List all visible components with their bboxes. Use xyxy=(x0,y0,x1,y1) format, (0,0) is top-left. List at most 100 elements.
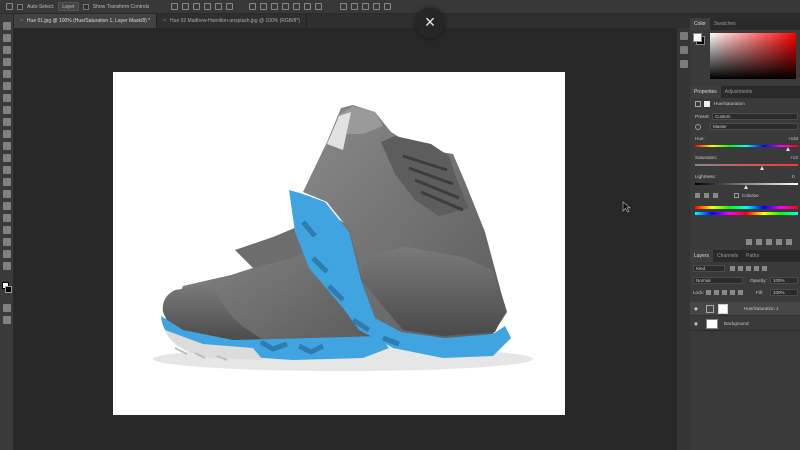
paragraph-icon[interactable] xyxy=(680,60,688,68)
align-top-icon[interactable] xyxy=(204,3,212,10)
3d-orbit-icon[interactable] xyxy=(340,3,348,10)
type-icon[interactable] xyxy=(3,202,11,210)
distribute-bottom-icon[interactable] xyxy=(271,3,279,10)
visibility-icon[interactable] xyxy=(776,239,782,245)
move-icon[interactable] xyxy=(3,22,11,30)
color-field[interactable] xyxy=(710,33,796,79)
layer-row-background[interactable]: ◉ Background xyxy=(690,317,800,331)
tab-adjustments[interactable]: Adjustments xyxy=(721,86,757,98)
auto-select-checkbox[interactable] xyxy=(17,3,23,10)
align-right-icon[interactable] xyxy=(193,3,201,10)
3d-roll-icon[interactable] xyxy=(351,3,359,10)
lasso-icon[interactable] xyxy=(3,46,11,54)
screen-mode-icon[interactable] xyxy=(3,316,11,324)
3d-scale-icon[interactable] xyxy=(384,3,392,10)
channel-dropdown[interactable]: Master xyxy=(710,123,798,130)
filter-pixel-icon[interactable] xyxy=(730,266,735,271)
tab-close-icon[interactable]: × xyxy=(163,18,166,24)
tab-hue-02[interactable]: × Hue 02 Matthew-Hamilton-unsplash.jpg @ … xyxy=(157,14,307,28)
zoom-icon[interactable] xyxy=(3,250,11,258)
auto-select-dropdown[interactable]: Layer xyxy=(58,2,79,11)
lightness-slider-thumb[interactable] xyxy=(744,185,748,189)
eye-icon[interactable]: ◉ xyxy=(694,321,698,327)
more-tools-icon[interactable] xyxy=(3,262,11,270)
view-previous-icon[interactable] xyxy=(756,239,762,245)
delete-adjustment-icon[interactable] xyxy=(786,239,792,245)
tab-close-icon[interactable]: × xyxy=(20,18,23,24)
tab-paths[interactable]: Paths xyxy=(742,250,763,262)
eyedropper-add-icon[interactable] xyxy=(704,193,709,198)
close-overlay-button[interactable]: × xyxy=(415,8,445,38)
distribute-left-icon[interactable] xyxy=(282,3,290,10)
clip-to-layer-icon[interactable] xyxy=(746,239,752,245)
pen-icon[interactable] xyxy=(3,190,11,198)
clone-stamp-icon[interactable] xyxy=(3,118,11,126)
character-icon[interactable] xyxy=(680,46,688,54)
3d-pan-icon[interactable] xyxy=(362,3,370,10)
distribute-right-icon[interactable] xyxy=(304,3,312,10)
eyedropper-subtract-icon[interactable] xyxy=(713,193,718,198)
layer-name[interactable]: Hue/Saturation 1 xyxy=(744,306,778,311)
colorize-checkbox[interactable] xyxy=(734,193,739,198)
saturation-slider-thumb[interactable] xyxy=(760,166,764,170)
history-icon[interactable] xyxy=(680,32,688,40)
hand-adjust-icon[interactable] xyxy=(695,124,701,130)
lock-pixels-icon[interactable] xyxy=(714,290,719,295)
filter-type-icon[interactable] xyxy=(746,266,751,271)
history-brush-icon[interactable] xyxy=(3,130,11,138)
saturation-value[interactable]: +13 xyxy=(790,155,798,160)
fill-field[interactable]: 100% xyxy=(770,289,798,296)
filter-smart-object-icon[interactable] xyxy=(762,266,767,271)
layer-mask-thumbnail[interactable] xyxy=(718,304,728,314)
align-center-icon[interactable] xyxy=(182,3,190,10)
marquee-icon[interactable] xyxy=(3,34,11,42)
tab-channels[interactable]: Channels xyxy=(713,250,742,262)
hue-slider-thumb[interactable] xyxy=(786,147,790,151)
lock-transparent-icon[interactable] xyxy=(706,290,711,295)
align-bottom-icon[interactable] xyxy=(226,3,234,10)
crop-icon[interactable] xyxy=(3,70,11,78)
lock-artboard-icon[interactable] xyxy=(730,290,735,295)
eyedropper-icon[interactable] xyxy=(3,82,11,90)
filter-adjustment-icon[interactable] xyxy=(738,266,743,271)
brush-icon[interactable] xyxy=(3,106,11,114)
distribute-top-icon[interactable] xyxy=(249,3,257,10)
distribute-center-icon[interactable] xyxy=(293,3,301,10)
tab-swatches[interactable]: Swatches xyxy=(710,18,740,30)
blend-mode-dropdown[interactable]: Normal xyxy=(693,277,743,284)
background-color-swatch[interactable] xyxy=(5,286,12,293)
color-fg-swatch[interactable] xyxy=(693,33,702,42)
preset-dropdown[interactable]: Custom xyxy=(712,113,798,120)
document-canvas[interactable] xyxy=(113,72,565,415)
filter-shape-icon[interactable] xyxy=(754,266,759,271)
tab-color[interactable]: Color xyxy=(690,18,710,30)
quick-mask-icon[interactable] xyxy=(3,304,11,312)
gradient-icon[interactable] xyxy=(3,154,11,162)
lightness-value[interactable]: 0 xyxy=(792,174,795,179)
opacity-field[interactable]: 100% xyxy=(770,277,798,284)
eraser-icon[interactable] xyxy=(3,142,11,150)
distribute-middle-icon[interactable] xyxy=(260,3,268,10)
layer-row-hue-saturation[interactable]: ◉ Hue/Saturation 1 xyxy=(690,302,800,316)
quick-select-icon[interactable] xyxy=(3,58,11,66)
saturation-slider-track[interactable] xyxy=(695,164,798,166)
tab-layers[interactable]: Layers xyxy=(690,250,714,262)
lock-position-icon[interactable] xyxy=(722,290,727,295)
3d-slide-icon[interactable] xyxy=(373,3,381,10)
healing-brush-icon[interactable] xyxy=(3,94,11,102)
dodge-icon[interactable] xyxy=(3,178,11,186)
lock-all-icon[interactable] xyxy=(738,290,743,295)
blur-icon[interactable] xyxy=(3,166,11,174)
layer-filter-dropdown[interactable]: Kind xyxy=(693,265,725,272)
hand-icon[interactable] xyxy=(3,238,11,246)
shape-icon[interactable] xyxy=(3,226,11,234)
tab-hue-01[interactable]: × Hue 01.jpg @ 100% (Hue/Saturation 1, La… xyxy=(14,14,158,28)
auto-align-icon[interactable] xyxy=(315,3,323,10)
eyedropper-sample-icon[interactable] xyxy=(695,193,700,198)
move-tool-icon[interactable] xyxy=(6,3,13,10)
align-left-icon[interactable] xyxy=(171,3,179,10)
show-transform-checkbox[interactable] xyxy=(82,3,89,10)
hue-value[interactable]: +153 xyxy=(788,136,798,141)
tab-properties[interactable]: Properties xyxy=(690,86,721,98)
hue-slider-track[interactable] xyxy=(695,145,798,147)
